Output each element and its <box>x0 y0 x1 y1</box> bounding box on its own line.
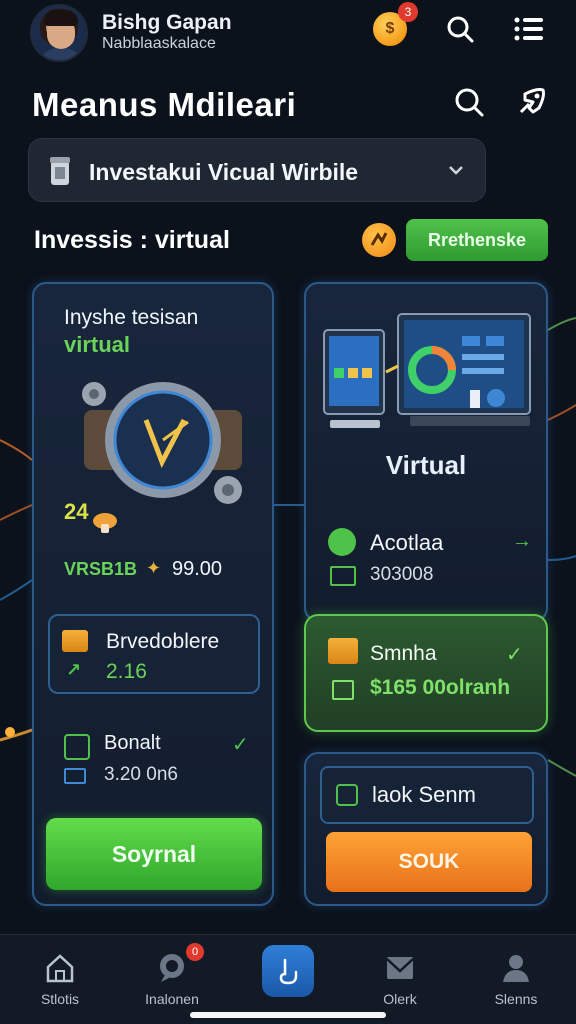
card-subtitle: virtual <box>64 332 131 357</box>
notification-badge: 3 <box>398 2 418 22</box>
card-code: VRSB1B <box>64 559 138 579</box>
nav-label: Olerk <box>383 991 417 1007</box>
coin-icon[interactable] <box>362 223 396 257</box>
nav-item-chat[interactable]: Inalonen <box>124 951 220 1007</box>
section-title: Invessis : virtual <box>34 226 230 254</box>
lock-field[interactable]: laok Senm <box>320 766 534 824</box>
investment-selector[interactable]: Investakui Vicual Wirbile <box>28 138 486 202</box>
trend-arrow-icon: ↗ <box>66 660 82 680</box>
nav-item-profile[interactable]: Slenns <box>468 951 564 1007</box>
checkbox-icon <box>64 734 90 760</box>
mushroom-icon <box>93 513 117 533</box>
user-name: Bishg Gapan <box>102 11 232 34</box>
card-price: 99.00 <box>172 558 223 580</box>
card-icon <box>330 566 356 586</box>
highlight-card[interactable]: Smnha ✓ $165 00olranh <box>304 614 548 732</box>
user-icon <box>503 955 529 982</box>
nav-label: Slenns <box>494 991 538 1007</box>
chevron-down-icon <box>449 166 463 175</box>
box-icon <box>62 630 88 652</box>
devices-illustration <box>323 313 531 428</box>
stat-box-value: 2.16 <box>106 660 147 683</box>
bottom-navigation: Stlotis Inalonen 0 Olerk Slenns <box>0 934 576 1024</box>
rocket-icon[interactable] <box>514 85 548 119</box>
home-indicator[interactable] <box>190 1012 386 1018</box>
stat-box-title: Brvedoblere <box>106 630 220 653</box>
check-icon: ✓ <box>506 644 523 666</box>
secondary-action-button[interactable]: SOUK <box>326 832 532 892</box>
top-bar: Bishg Gapan Nabblaaskalace $ 3 <box>0 0 576 70</box>
check-icon: ✓ <box>232 734 249 756</box>
nav-item-home[interactable]: Stlotis <box>12 951 108 1007</box>
home-icon <box>46 954 74 983</box>
chart-icon <box>332 680 354 700</box>
left-investment-card: Inyshe tesisan virtual 24 VRSB1B ✦ 99.00… <box>32 282 274 906</box>
menu-icon[interactable] <box>512 12 546 46</box>
lock-card: laok Senm SOUK <box>304 752 548 906</box>
location-icon <box>328 528 356 556</box>
touch-icon <box>279 958 298 985</box>
mail-icon <box>386 957 414 979</box>
selector-label: Investakui Vicual Wirbile <box>89 159 359 185</box>
page-title: Meanus Mdileari <box>32 86 297 123</box>
row-value: 303008 <box>370 564 434 585</box>
arrow-right-icon[interactable]: → <box>512 530 532 553</box>
user-subtitle: Nabblaaskalace <box>102 35 216 52</box>
bonus-value: 3.20 0n6 <box>104 764 178 785</box>
card-icon <box>64 768 86 784</box>
search-icon[interactable] <box>443 12 477 46</box>
avatar[interactable] <box>30 4 88 62</box>
nav-label: Stlotis <box>40 991 80 1007</box>
card-title: Virtual <box>385 450 467 480</box>
refresh-button[interactable]: Rrethenske <box>406 219 548 261</box>
lock-label: laok Senm <box>372 782 476 807</box>
nav-item-center[interactable] <box>262 945 314 997</box>
jar-icon <box>50 157 70 185</box>
nav-label: Inalonen <box>145 991 199 1007</box>
nav-item-mail[interactable]: Olerk <box>352 951 448 1007</box>
highlight-title: Smnha <box>370 642 437 665</box>
box-icon <box>328 638 358 664</box>
stat-box[interactable]: Brvedoblere ↗ 2.16 <box>48 614 260 694</box>
calendar-icon <box>336 784 358 806</box>
tag-icon: ✦ <box>146 558 162 578</box>
card-title: Inyshe tesisan <box>64 306 199 329</box>
chat-icon <box>160 954 184 982</box>
nav-badge: 0 <box>186 943 204 961</box>
search-icon[interactable] <box>452 85 486 119</box>
watch-illustration <box>82 382 242 504</box>
highlight-value: $165 00olranh <box>370 676 511 699</box>
card-number: 24 <box>64 499 89 524</box>
row-label: Acotlaa <box>370 530 444 555</box>
bonus-label: Bonalt <box>104 732 161 754</box>
primary-action-button[interactable]: Soyrnal <box>46 818 262 890</box>
right-investment-card: Virtual Acotlaa → 303008 <box>304 282 548 622</box>
